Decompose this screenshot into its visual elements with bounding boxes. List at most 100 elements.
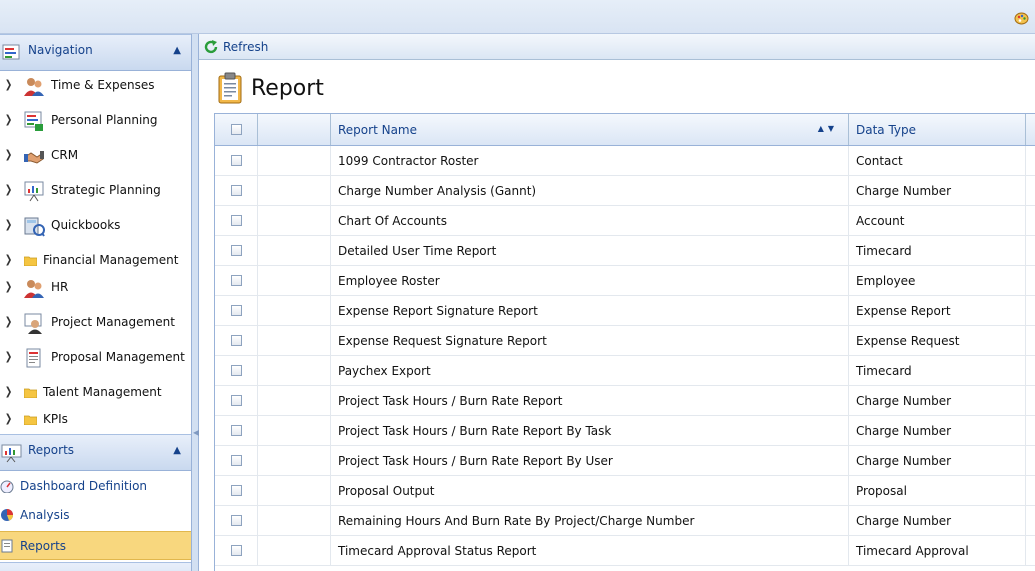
report-name-cell[interactable]: Proposal Output: [338, 484, 434, 498]
main-content: Refresh Report Report Name ▲▼ Data Type …: [199, 34, 1035, 571]
cell-divider: [848, 296, 849, 326]
sidebar-splitter[interactable]: ◀: [192, 34, 199, 571]
nav-item-personal-planning[interactable]: ❯ Personal Planning: [0, 106, 191, 136]
cell-divider: [330, 176, 331, 206]
table-row[interactable]: Detailed User Time Report Timecard: [215, 236, 1035, 266]
row-checkbox[interactable]: [231, 335, 242, 346]
reports-header[interactable]: Reports ▲: [0, 434, 191, 471]
cell-divider: [848, 206, 849, 236]
table-row[interactable]: Expense Report Signature Report Expense R…: [215, 296, 1035, 326]
table-row[interactable]: Project Task Hours / Burn Rate Report Cha…: [215, 386, 1035, 416]
table-row[interactable]: Chart Of Accounts Account: [215, 206, 1035, 236]
folder-icon: [24, 256, 37, 266]
sort-filter-icon[interactable]: ▲▼: [818, 124, 838, 133]
column-header-report-name[interactable]: Report Name ▲▼: [331, 114, 849, 145]
refresh-button[interactable]: Refresh: [203, 38, 268, 56]
table-row[interactable]: Expense Request Signature Report Expense …: [215, 326, 1035, 356]
report-name-cell[interactable]: Paychex Export: [338, 364, 431, 378]
row-checkbox[interactable]: [231, 305, 242, 316]
report-name-cell[interactable]: Expense Request Signature Report: [338, 334, 547, 348]
nav-item-project-management[interactable]: ❯ Project Management: [0, 308, 191, 338]
cell-divider: [1025, 476, 1026, 506]
report-name-cell[interactable]: Expense Report Signature Report: [338, 304, 538, 318]
person-board-icon: [24, 313, 42, 334]
page-title-row: Report: [217, 72, 324, 104]
select-all-checkbox[interactable]: [231, 124, 242, 135]
nav-item-time-expenses[interactable]: ❯ Time & Expenses: [0, 71, 191, 101]
nav-item-kpis[interactable]: ❯ KPIs: [0, 405, 191, 435]
row-checkbox[interactable]: [231, 395, 242, 406]
row-checkbox[interactable]: [231, 455, 242, 466]
reports-item-analysis[interactable]: Analysis: [0, 501, 191, 530]
expand-arrow-icon[interactable]: ❯: [5, 280, 12, 293]
row-checkbox[interactable]: [231, 215, 242, 226]
report-name-cell[interactable]: Project Task Hours / Burn Rate Report: [338, 394, 563, 408]
column-header-data-type[interactable]: Data Type: [849, 114, 1026, 145]
expand-arrow-icon[interactable]: ❯: [5, 253, 12, 266]
people-icon: [24, 78, 44, 96]
row-checkbox[interactable]: [231, 275, 242, 286]
cell-divider: [330, 356, 331, 386]
cell-divider: [1025, 296, 1026, 326]
report-name-cell[interactable]: Remaining Hours And Burn Rate By Project…: [338, 514, 694, 528]
expand-arrow-icon[interactable]: ❯: [5, 412, 12, 425]
table-row[interactable]: Project Task Hours / Burn Rate Report By…: [215, 446, 1035, 476]
next-section-header[interactable]: [0, 562, 191, 571]
clipboard-icon: [218, 72, 242, 104]
table-row[interactable]: Project Task Hours / Burn Rate Report By…: [215, 416, 1035, 446]
expand-arrow-icon[interactable]: ❯: [5, 78, 12, 91]
row-checkbox[interactable]: [231, 425, 242, 436]
nav-item-hr[interactable]: ❯ HR: [0, 273, 191, 303]
report-name-cell[interactable]: Project Task Hours / Burn Rate Report By…: [338, 424, 611, 438]
report-name-cell[interactable]: Project Task Hours / Burn Rate Report By…: [338, 454, 613, 468]
expand-arrow-icon[interactable]: ❯: [5, 315, 12, 328]
report-name-cell[interactable]: Charge Number Analysis (Gannt): [338, 184, 536, 198]
nav-item-strategic-planning[interactable]: ❯ Strategic Planning: [0, 176, 191, 206]
table-row[interactable]: 1099 Contractor Roster Contact: [215, 146, 1035, 176]
data-type-cell: Account: [856, 214, 905, 228]
expand-arrow-icon[interactable]: ❯: [5, 218, 12, 231]
nav-item-proposal-management[interactable]: ❯ Proposal Management: [0, 343, 191, 373]
row-checkbox[interactable]: [231, 485, 242, 496]
row-checkbox[interactable]: [231, 515, 242, 526]
blank-column-header: [258, 114, 331, 145]
row-checkbox[interactable]: [231, 155, 242, 166]
report-name-cell[interactable]: Employee Roster: [338, 274, 440, 288]
table-row[interactable]: Paychex Export Timecard: [215, 356, 1035, 386]
nav-item-crm[interactable]: ❯ CRM: [0, 141, 191, 171]
report-name-cell[interactable]: Detailed User Time Report: [338, 244, 496, 258]
cell-divider: [257, 386, 258, 416]
chevron-up-icon[interactable]: ▲: [173, 445, 181, 456]
table-row[interactable]: Employee Roster Employee: [215, 266, 1035, 296]
cell-divider: [257, 236, 258, 266]
expand-arrow-icon[interactable]: ❯: [5, 385, 12, 398]
row-checkbox[interactable]: [231, 185, 242, 196]
reports-item-reports[interactable]: Reports: [0, 531, 191, 560]
palette-icon[interactable]: [1014, 12, 1029, 25]
planner-icon: [24, 111, 43, 131]
report-name-cell[interactable]: 1099 Contractor Roster: [338, 154, 478, 168]
toolbar: Refresh: [199, 34, 1035, 60]
nav-item-talent-management[interactable]: ❯ Talent Management: [0, 378, 191, 408]
chevron-up-icon[interactable]: ▲: [173, 45, 181, 56]
expand-arrow-icon[interactable]: ❯: [5, 183, 12, 196]
expand-arrow-icon[interactable]: ❯: [5, 350, 12, 363]
report-name-cell[interactable]: Chart Of Accounts: [338, 214, 447, 228]
table-row[interactable]: Proposal Output Proposal: [215, 476, 1035, 506]
navigation-header[interactable]: Navigation ▲: [0, 34, 191, 71]
nav-item-quickbooks[interactable]: ❯ Quickbooks: [0, 211, 191, 241]
report-name-cell[interactable]: Timecard Approval Status Report: [338, 544, 536, 558]
cell-divider: [330, 296, 331, 326]
expand-arrow-icon[interactable]: ❯: [5, 113, 12, 126]
reports-item-dashboard-definition[interactable]: Dashboard Definition: [0, 472, 191, 501]
table-row[interactable]: Remaining Hours And Burn Rate By Project…: [215, 506, 1035, 536]
expand-arrow-icon[interactable]: ❯: [5, 148, 12, 161]
table-row[interactable]: Timecard Approval Status Report Timecard …: [215, 536, 1035, 566]
row-checkbox[interactable]: [231, 545, 242, 556]
row-checkbox[interactable]: [231, 245, 242, 256]
collapse-arrow-icon[interactable]: ◀: [193, 429, 199, 437]
nav-item-financial-management[interactable]: ❯ Financial Management: [0, 246, 191, 276]
table-row[interactable]: Charge Number Analysis (Gannt) Charge Num…: [215, 176, 1035, 206]
column-header-next[interactable]: [1026, 114, 1035, 145]
row-checkbox[interactable]: [231, 365, 242, 376]
